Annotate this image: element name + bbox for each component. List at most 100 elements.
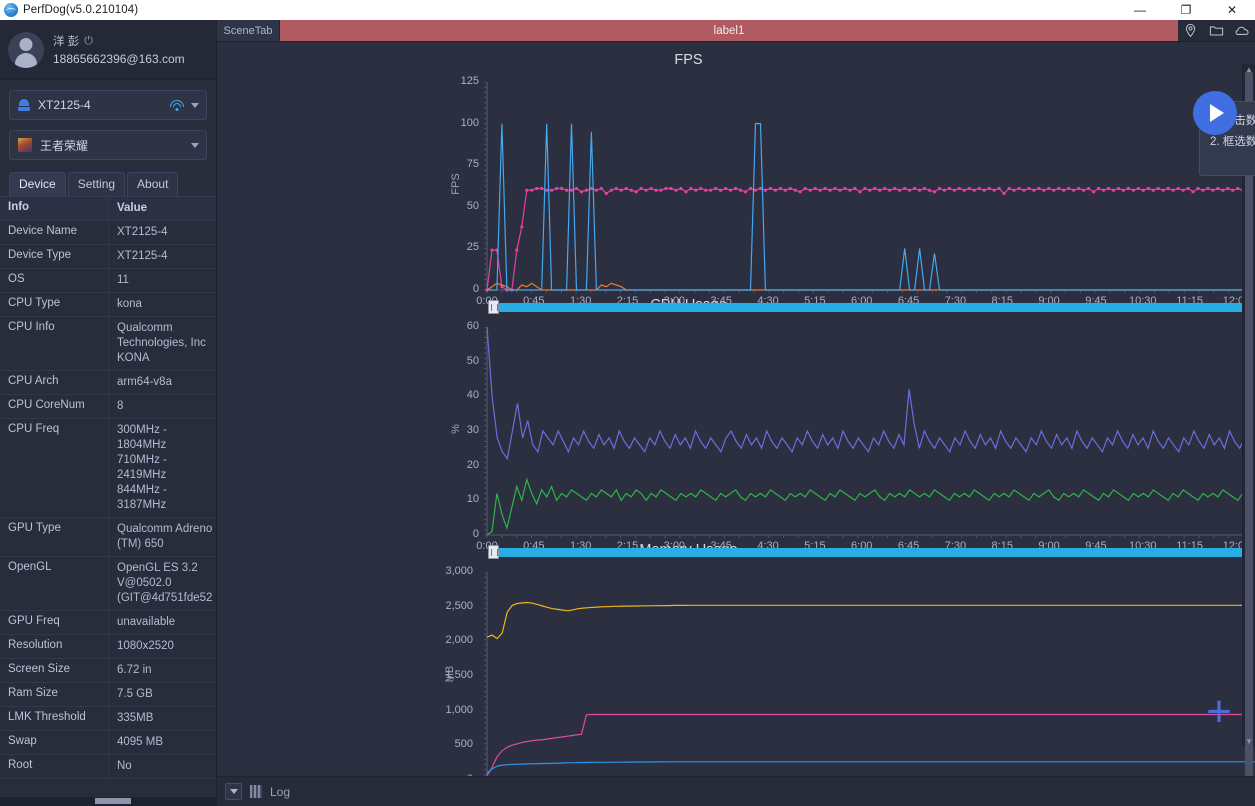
- info-value: Value: [117, 202, 148, 214]
- info-value: 4095 MB: [117, 736, 164, 748]
- chart-cpu-usage: CPU Usage%01020304050600:000:451:302:153…: [217, 297, 1255, 561]
- table-row: CPU Info Qualcomm Technologies, Inc KONA: [0, 317, 216, 371]
- info-key: CPU CoreNum: [0, 395, 109, 418]
- hint-line-2: 2. 框选数据可右键上传云端;: [1210, 136, 1255, 148]
- info-key: Device Type: [0, 245, 109, 268]
- info-value: 1080x2520: [117, 640, 174, 652]
- table-row: Resolution 1080x2520: [0, 635, 216, 659]
- info-key: CPU Info: [0, 317, 109, 370]
- account-email: 18865662396@163.com: [53, 52, 185, 66]
- window-controls: — ❐ ✕: [1117, 0, 1255, 20]
- info-key: CPU Freq: [0, 419, 109, 517]
- info-key: Root: [0, 755, 109, 778]
- chart-time-scrollbar[interactable]: [488, 300, 1255, 314]
- info-value: kona: [117, 298, 142, 310]
- chart-time-scrollbar[interactable]: [488, 545, 1255, 559]
- tab-about[interactable]: About: [127, 172, 179, 196]
- info-key: CPU Arch: [0, 371, 109, 394]
- series-line: [486, 761, 1255, 774]
- table-row: CPU Type kona: [0, 293, 216, 317]
- log-toggle-button[interactable]: [225, 783, 242, 800]
- cloud-icon[interactable]: [1235, 23, 1250, 38]
- chart-fps: FPS FPS 0 25 50 75 100 125 0:00 0:45 1:30 2:15 3:00 3…: [217, 52, 1255, 316]
- series-line: [486, 282, 1255, 291]
- info-value: unavailable: [117, 616, 176, 628]
- table-row: GPU Type Qualcomm Adreno (TM) 650: [0, 518, 216, 557]
- tab-device[interactable]: Device: [9, 172, 66, 196]
- table-row: CPU CoreNum 8: [0, 395, 216, 419]
- info-key: Info: [0, 197, 109, 220]
- table-row: OpenGL OpenGL ES 3.2 V@0502.0 (GIT@4d751f…: [0, 557, 216, 611]
- table-row: GPU Freq unavailable: [0, 611, 216, 635]
- scroll-handle-left[interactable]: [488, 300, 499, 314]
- table-row: Swap 4095 MB: [0, 731, 216, 755]
- info-value: 335MB: [117, 712, 154, 724]
- info-value: XT2125-4: [117, 226, 168, 238]
- table-header-row: Info Value: [0, 197, 216, 221]
- info-key: OS: [0, 269, 109, 292]
- info-value: OpenGL ES 3.2 V@0502.0 (GIT@4d751fde52: [117, 562, 213, 604]
- sidebar-tabs: Device Setting About: [0, 170, 216, 196]
- chevron-down-icon: [229, 789, 238, 794]
- chart-memory-usage: Memory UsageMB05001,0001,5002,0002,5003,…: [217, 542, 1255, 776]
- sidebar: 洋 彭 ⏻ 18865662396@163.com XT2125-4 王者荣耀 …: [0, 20, 217, 806]
- info-key: OpenGL: [0, 557, 109, 610]
- chevron-down-icon: [191, 102, 199, 108]
- log-panel-icon: [250, 785, 262, 798]
- table-row: Ram Size 7.5 GB: [0, 683, 216, 707]
- charts-area: Memory UsageMB05001,0001,5002,0002,5003,…: [217, 42, 1255, 776]
- app-select[interactable]: 王者荣耀: [9, 130, 207, 160]
- info-key: Swap: [0, 731, 109, 754]
- scroll-handle-left[interactable]: [488, 545, 499, 559]
- play-button[interactable]: [1193, 91, 1237, 135]
- main-panel: SceneTab label1 Memory UsageMB05001,0001…: [217, 20, 1255, 806]
- avatar[interactable]: [8, 31, 44, 68]
- chart-title: FPS: [674, 52, 703, 68]
- table-row: LMK Threshold 335MB: [0, 707, 216, 731]
- scene-tab-button[interactable]: SceneTab: [217, 20, 280, 41]
- table-row: OS 11: [0, 269, 216, 293]
- info-value: arm64-v8a: [117, 376, 172, 388]
- account-panel: 洋 彭 ⏻ 18865662396@163.com: [0, 20, 216, 80]
- info-key: Device Name: [0, 221, 109, 244]
- account-name: 洋 彭: [53, 36, 80, 48]
- info-key: Screen Size: [0, 659, 109, 682]
- folder-icon[interactable]: [1209, 23, 1224, 38]
- series-line: [486, 327, 1255, 461]
- power-icon[interactable]: ⏻: [84, 35, 93, 48]
- scroll-track[interactable]: [499, 302, 1255, 312]
- location-pin-icon[interactable]: [1183, 23, 1198, 38]
- wifi-icon: [169, 99, 184, 111]
- series-line: [486, 601, 1255, 640]
- info-key: GPU Type: [0, 518, 109, 556]
- maximize-button[interactable]: ❐: [1163, 0, 1209, 20]
- device-select[interactable]: XT2125-4: [9, 90, 207, 120]
- series-line: [487, 123, 1255, 291]
- info-value: Qualcomm Technologies, Inc KONA: [117, 322, 206, 364]
- scrollbar-thumb[interactable]: [1245, 72, 1253, 776]
- scroll-track[interactable]: [499, 547, 1255, 557]
- game-app-icon: [17, 137, 33, 153]
- minimize-button[interactable]: —: [1117, 0, 1163, 20]
- table-row: Device Type XT2125-4: [0, 245, 216, 269]
- perfdog-globe-icon: [4, 3, 18, 17]
- tab-setting[interactable]: Setting: [67, 172, 126, 196]
- play-icon: [1210, 104, 1224, 122]
- plot-canvas[interactable]: [217, 327, 1255, 555]
- window-titlebar: PerfDog(v5.0.210104) — ❐ ✕: [0, 0, 1255, 20]
- device-info-table: Info Value Device Name XT2125-4 Device Type X…: [0, 196, 216, 779]
- plot-canvas[interactable]: [217, 572, 1255, 776]
- add-button[interactable]: +: [1197, 690, 1241, 734]
- chevron-down-icon: [191, 142, 199, 148]
- info-value: Qualcomm Adreno (TM) 650: [117, 523, 213, 550]
- scene-icon-group: [1178, 20, 1255, 41]
- scroll-down-arrow[interactable]: ▼: [1243, 736, 1255, 746]
- info-value: No: [117, 760, 132, 772]
- close-button[interactable]: ✕: [1209, 0, 1255, 20]
- info-value: 11: [117, 274, 129, 286]
- plot-canvas[interactable]: [217, 82, 1255, 310]
- scene-label[interactable]: label1: [280, 20, 1178, 41]
- android-device-icon: [17, 98, 31, 112]
- series-line: [486, 187, 1255, 291]
- table-row: CPU Arch arm64-v8a: [0, 371, 216, 395]
